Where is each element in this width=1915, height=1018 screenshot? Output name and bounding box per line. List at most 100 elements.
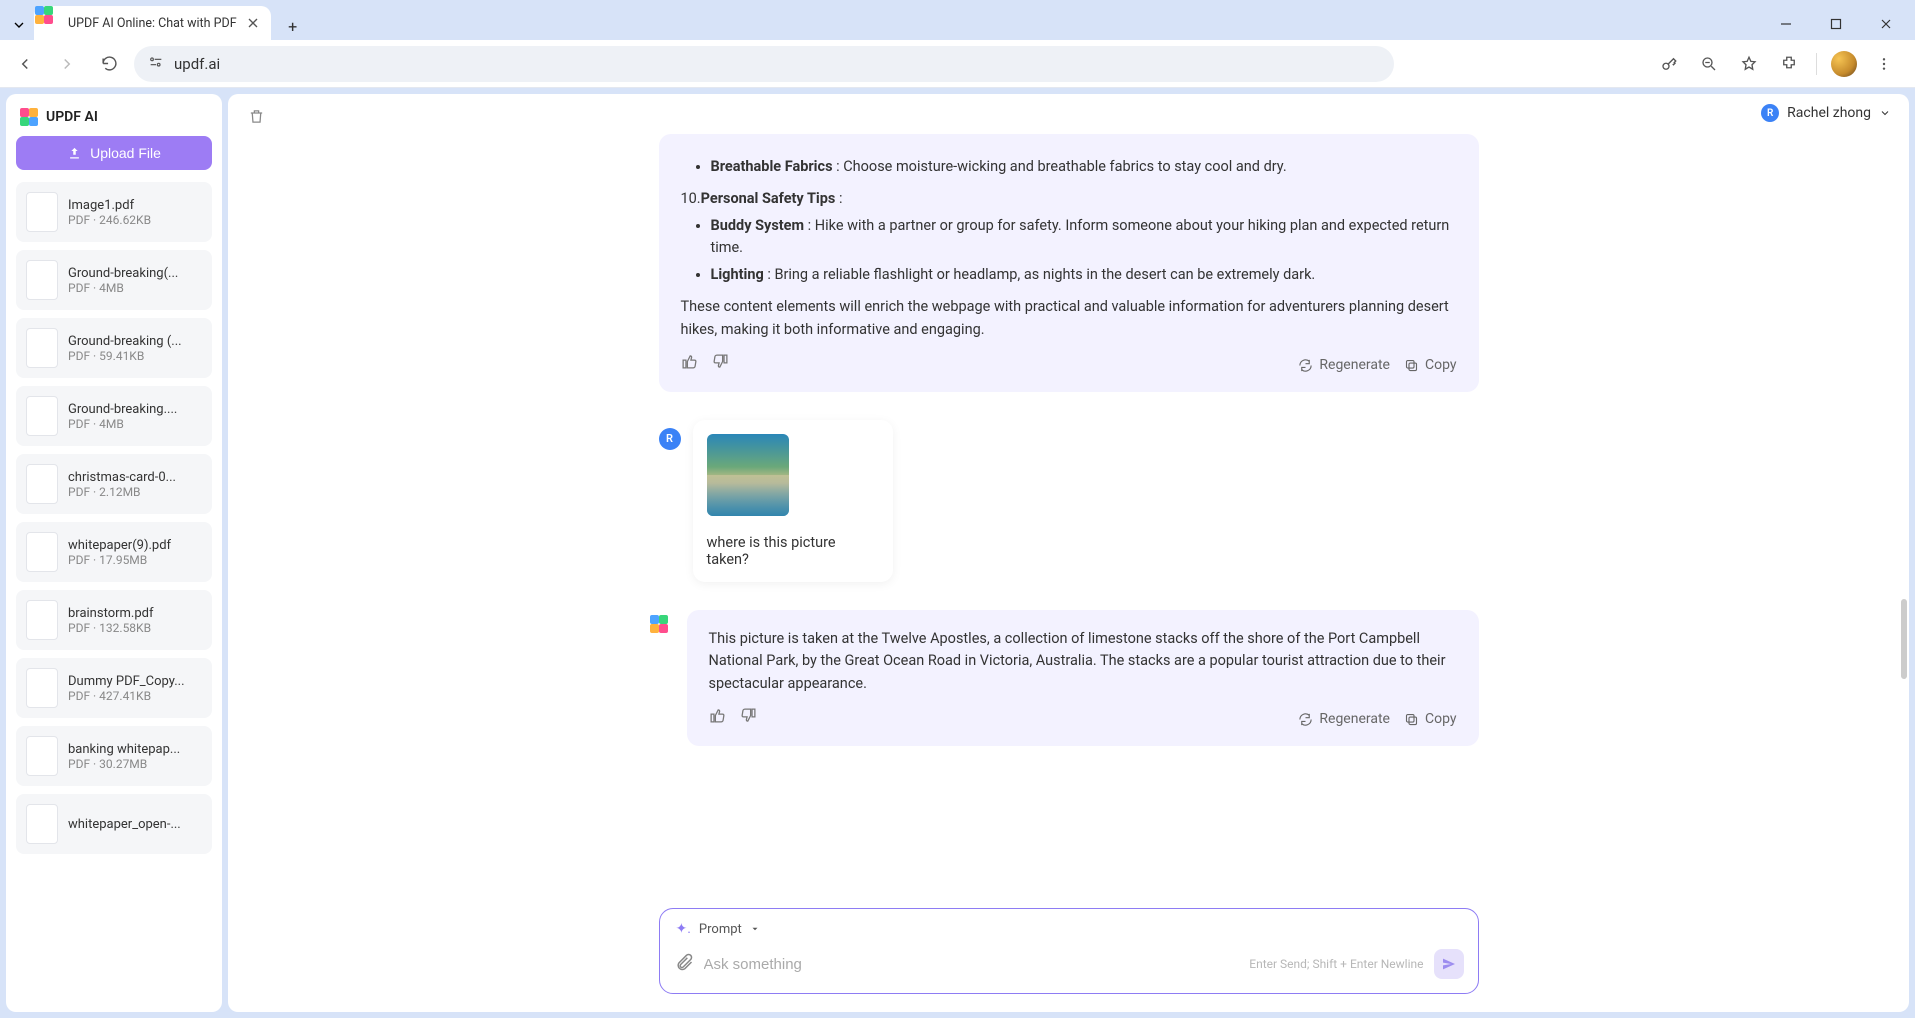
toolbar-divider (1816, 53, 1817, 75)
file-item[interactable]: christmas-card-0...PDF · 2.12MB (16, 454, 212, 514)
thumbs-down-button[interactable] (740, 707, 757, 732)
tab-search-dropdown[interactable] (4, 10, 34, 40)
thumbs-up-button[interactable] (709, 707, 726, 732)
file-item[interactable]: whitepaper(9).pdfPDF · 17.95MB (16, 522, 212, 582)
reload-button[interactable] (92, 47, 126, 81)
copy-icon (1404, 358, 1419, 373)
extensions-icon[interactable] (1772, 47, 1806, 81)
list-item: Buddy System : Hike with a partner or gr… (711, 215, 1457, 260)
sidebar-app-title: UPDF AI (16, 104, 212, 136)
file-name: Dummy PDF_Copy... (68, 674, 185, 689)
file-item[interactable]: Dummy PDF_Copy...PDF · 427.41KB (16, 658, 212, 718)
closing-paragraph: These content elements will enrich the w… (681, 296, 1457, 341)
back-button[interactable] (8, 47, 42, 81)
file-name: Ground-breaking (... (68, 334, 182, 349)
copy-label: Copy (1425, 355, 1457, 377)
file-item[interactable]: Ground-breaking (...PDF · 59.41KB (16, 318, 212, 378)
section-colon: : (835, 190, 842, 207)
file-thumb-icon (26, 532, 58, 572)
file-thumb-icon (26, 192, 58, 232)
browser-menu-icon[interactable] (1867, 47, 1901, 81)
thumbs-up-button[interactable] (681, 353, 698, 378)
browser-tab-strip: UPDF AI Online: Chat with PDF + (0, 0, 1915, 40)
file-name: brainstorm.pdf (68, 606, 154, 621)
new-tab-button[interactable]: + (279, 12, 307, 40)
file-list: Image1.pdfPDF · 246.62KB Ground-breaking(… (16, 182, 212, 854)
window-maximize-button[interactable] (1813, 8, 1859, 40)
file-item[interactable]: Ground-breaking(...PDF · 4MB (16, 250, 212, 310)
delete-conversation-button[interactable] (244, 104, 268, 128)
file-name: Image1.pdf (68, 198, 151, 213)
window-close-button[interactable] (1863, 8, 1909, 40)
list-item: Breathable Fabrics : Choose moisture-wic… (711, 156, 1457, 178)
user-message-text: where is this picture taken? (707, 534, 879, 568)
file-meta: PDF · 246.62KB (68, 213, 151, 227)
file-name: Ground-breaking.... (68, 402, 177, 417)
updf-logo-icon (20, 108, 38, 126)
ai-message-row: This picture is taken at the Twelve Apos… (659, 610, 1479, 774)
send-button[interactable] (1434, 949, 1464, 979)
bullet-label: Lighting (711, 266, 764, 283)
section-heading: 10.Personal Safety Tips : (681, 188, 1457, 210)
copy-button[interactable]: Copy (1404, 709, 1457, 731)
file-name: christmas-card-0... (68, 470, 176, 485)
section-number: 10. (681, 190, 701, 207)
copy-label: Copy (1425, 709, 1457, 731)
browser-tab-active[interactable]: UPDF AI Online: Chat with PDF (34, 6, 271, 40)
file-item[interactable]: whitepaper_open-... (16, 794, 212, 854)
user-avatar: R (659, 428, 681, 450)
file-name: whitepaper_open-... (68, 817, 181, 832)
file-name: Ground-breaking(... (68, 266, 178, 281)
bullet-text: : Bring a reliable flashlight or headlam… (764, 266, 1316, 283)
upload-label: Upload File (90, 145, 161, 161)
image-attachment[interactable] (707, 434, 789, 516)
tab-title: UPDF AI Online: Chat with PDF (68, 16, 237, 31)
section-title: Personal Safety Tips (701, 190, 836, 207)
thumbs-down-button[interactable] (712, 353, 729, 378)
copy-button[interactable]: Copy (1404, 355, 1457, 377)
chat-input[interactable] (704, 956, 1240, 973)
upload-file-button[interactable]: Upload File (16, 136, 212, 170)
address-bar[interactable]: updf.ai (134, 46, 1394, 82)
updf-logo-icon (659, 624, 677, 642)
file-item[interactable]: brainstorm.pdfPDF · 132.58KB (16, 590, 212, 650)
close-tab-icon[interactable] (245, 15, 261, 31)
bookmark-star-icon[interactable] (1732, 47, 1766, 81)
window-minimize-button[interactable] (1763, 8, 1809, 40)
user-menu[interactable]: R Rachel zhong (1761, 104, 1891, 122)
regenerate-button[interactable]: Regenerate (1298, 355, 1390, 377)
file-thumb-icon (26, 736, 58, 776)
file-thumb-icon (26, 328, 58, 368)
chat-main: R Rachel zhong Breathable Fabrics : Choo… (228, 94, 1909, 1012)
zoom-icon[interactable] (1692, 47, 1726, 81)
file-meta: PDF · 17.95MB (68, 553, 171, 567)
list-item: Lighting : Bring a reliable flashlight o… (711, 264, 1457, 286)
file-item[interactable]: Ground-breaking....PDF · 4MB (16, 386, 212, 446)
ai-message: This picture is taken at the Twelve Apos… (687, 610, 1479, 746)
forward-button[interactable] (50, 47, 84, 81)
ai-message: Breathable Fabrics : Choose moisture-wic… (659, 134, 1479, 392)
file-thumb-icon (26, 804, 58, 844)
chat-input-container: ✦. Prompt Enter Send; Shift + Enter Newl… (659, 908, 1479, 994)
password-key-icon[interactable] (1652, 47, 1686, 81)
copy-icon (1404, 712, 1419, 727)
file-thumb-icon (26, 260, 58, 300)
user-message: where is this picture taken? (693, 420, 893, 582)
attach-file-button[interactable] (674, 952, 694, 976)
regenerate-label: Regenerate (1319, 355, 1390, 377)
prompt-selector[interactable]: ✦. Prompt (672, 919, 1466, 945)
file-item[interactable]: banking whitepap...PDF · 30.27MB (16, 726, 212, 786)
file-thumb-icon (26, 668, 58, 708)
bullet-label: Breathable Fabrics (711, 158, 833, 175)
upload-icon (67, 146, 82, 161)
file-item[interactable]: Image1.pdfPDF · 246.62KB (16, 182, 212, 242)
file-name: banking whitepap... (68, 742, 180, 757)
regenerate-icon (1298, 712, 1313, 727)
file-meta: PDF · 427.41KB (68, 689, 185, 703)
prompt-label: Prompt (699, 922, 742, 937)
site-settings-icon[interactable] (148, 54, 164, 74)
profile-avatar[interactable] (1827, 47, 1861, 81)
caret-down-icon (750, 924, 760, 934)
regenerate-button[interactable]: Regenerate (1298, 709, 1390, 731)
input-hint: Enter Send; Shift + Enter Newline (1249, 957, 1423, 971)
